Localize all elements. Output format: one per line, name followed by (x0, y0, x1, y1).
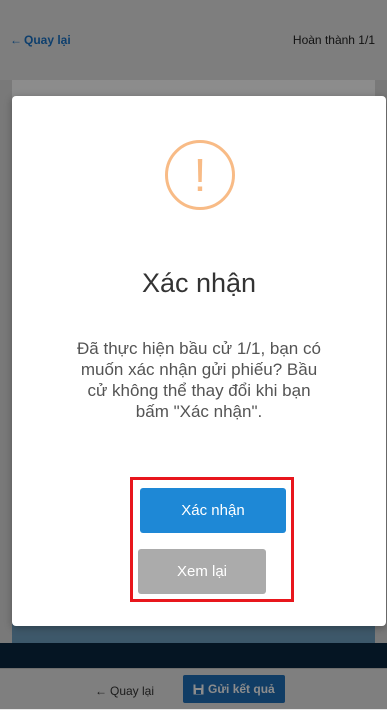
exclamation-icon: ! (165, 140, 235, 210)
confirm-dialog: ! Xác nhận Đã thực hiện bầu cử 1/1, bạn … (12, 96, 386, 626)
dialog-title: Xác nhận (141, 268, 257, 298)
dialog-message: Đã thực hiện bầu cử 1/1, bạn có muốn xác… (77, 339, 321, 421)
review-button[interactable]: Xem lại (138, 549, 266, 594)
confirm-button[interactable]: Xác nhận (140, 488, 286, 533)
